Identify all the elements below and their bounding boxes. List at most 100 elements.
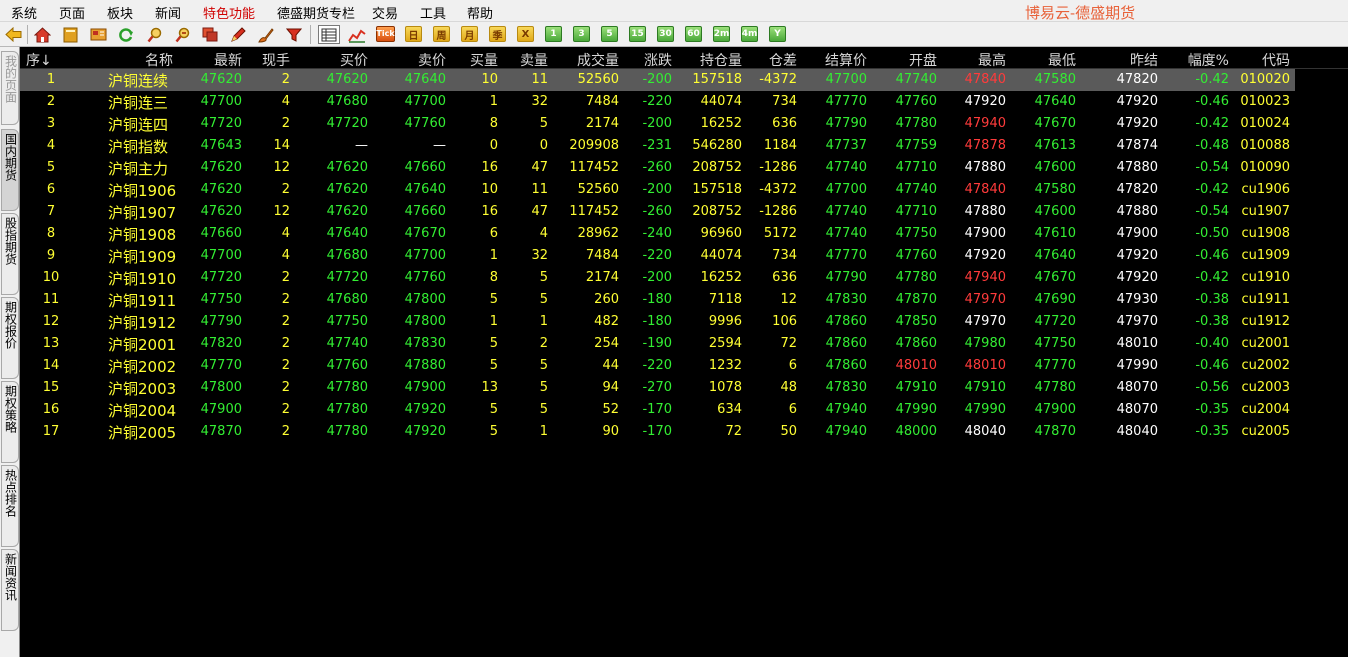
table-row[interactable]: 3 沪铜连四 47720 2 47720 47760 8 5 2174 -200 16252 636 4… <box>20 113 1295 135</box>
header-ask[interactable]: 卖价 <box>418 50 446 70</box>
period-60min[interactable]: 60 <box>685 26 702 42</box>
brush-icon[interactable] <box>256 25 275 44</box>
menu-help[interactable]: 帮助 <box>467 3 493 22</box>
header-open[interactable]: 开盘 <box>909 50 937 70</box>
header-volume[interactable]: 成交量 <box>577 50 619 70</box>
header-code[interactable]: 代码 <box>1262 50 1290 70</box>
header-last[interactable]: 最新 <box>214 50 242 70</box>
pen-icon[interactable] <box>228 25 247 44</box>
menu-news[interactable]: 新闻 <box>155 3 181 22</box>
header-oi[interactable]: 持仓量 <box>700 50 742 70</box>
filter-icon[interactable] <box>284 25 303 44</box>
menu-trade[interactable]: 交易 <box>372 3 398 22</box>
table-row[interactable]: 14 沪铜2002 47770 2 47760 47880 5 5 44 -220 1232 6 478… <box>20 355 1295 377</box>
header-pct[interactable]: 幅度% <box>1188 50 1229 70</box>
header-ask-vol[interactable]: 卖量 <box>520 50 548 70</box>
table-row[interactable]: 16 沪铜2004 47900 2 47780 47920 5 5 52 -170 634 6 4794… <box>20 399 1295 421</box>
cell-ask-vol: 2 <box>539 336 548 351</box>
table-row[interactable]: 7 沪铜1907 47620 12 47620 47660 16 47 117452 -260 20… <box>20 201 1295 223</box>
cell-cur-vol: 2 <box>281 116 290 131</box>
table-row[interactable]: 5 沪铜主力 47620 12 47620 47660 16 47 117452 -260 2087… <box>20 157 1295 179</box>
sidetab-news-info[interactable]: 新闻资讯 <box>1 549 19 631</box>
header-name[interactable]: 名称 <box>145 50 173 70</box>
period-30min[interactable]: 30 <box>657 26 674 42</box>
table-row[interactable]: 6 沪铜1906 47620 2 47620 47640 10 11 52560 -200 1575… <box>20 179 1295 201</box>
period-month[interactable]: 月 <box>461 26 478 42</box>
sidetab-option-strategy[interactable]: 期权策略 <box>1 381 19 463</box>
chart-icon[interactable] <box>347 25 366 44</box>
home-icon[interactable] <box>33 25 52 44</box>
header-high[interactable]: 最高 <box>978 50 1006 70</box>
cell-pct: -0.50 <box>1195 226 1229 241</box>
header-low[interactable]: 最低 <box>1048 50 1076 70</box>
menu-tools[interactable]: 工具 <box>420 3 446 22</box>
period-2h[interactable]: 2m <box>713 26 730 42</box>
sidetab-my-page[interactable]: 我的页面 <box>1 51 19 125</box>
cell-bid: 47680 <box>326 248 368 263</box>
menu-desheng-column[interactable]: 德盛期货专栏 <box>277 3 355 22</box>
period-15min[interactable]: 15 <box>629 26 646 42</box>
header-change[interactable]: 涨跌 <box>644 50 672 70</box>
period-4h[interactable]: 4m <box>741 26 758 42</box>
table-row[interactable]: 9 沪铜1909 47700 4 47680 47700 1 32 7484 -220 44074 7… <box>20 245 1295 267</box>
table-icon[interactable] <box>318 25 340 44</box>
menu-features[interactable]: 特色功能 <box>203 3 255 22</box>
sidetab-option-quotes[interactable]: 期权报价 <box>1 297 19 379</box>
sidetab-domestic-futures[interactable]: 国内期货 <box>1 129 19 211</box>
period-day[interactable]: 日 <box>405 26 422 42</box>
period-quarter[interactable]: 季 <box>489 26 506 42</box>
menu-page[interactable]: 页面 <box>59 3 85 22</box>
cell-change: -180 <box>642 292 672 307</box>
book-icon[interactable] <box>61 25 80 44</box>
table-row[interactable]: 17 沪铜2005 47870 2 47780 47920 5 1 90 -170 72 50 4794… <box>20 421 1295 443</box>
news-icon[interactable] <box>89 25 108 44</box>
cell-name: 沪铜2005 <box>108 424 177 442</box>
sidetab-index-futures[interactable]: 股指期货 <box>1 213 19 295</box>
menu-system[interactable]: 系统 <box>11 3 37 22</box>
cell-name: 沪铜2004 <box>108 402 177 420</box>
cell-cur-vol: 2 <box>281 270 290 285</box>
window-icon[interactable] <box>200 25 219 44</box>
header-cur-vol[interactable]: 现手 <box>262 50 290 70</box>
table-row[interactable]: 12 沪铜1912 47790 2 47750 47800 1 1 482 -180 9996 106… <box>20 311 1295 333</box>
period-year[interactable]: Y <box>769 26 786 42</box>
table-row[interactable]: 8 沪铜1908 47660 4 47640 47670 6 4 28962 -240 96960 5… <box>20 223 1295 245</box>
table-row[interactable]: 1 沪铜连续 47620 2 47620 47640 10 11 52560 -200 157518… <box>20 69 1295 91</box>
table-row[interactable]: 15 沪铜2003 47800 2 47780 47900 13 5 94 -270 1078 48 4… <box>20 377 1295 399</box>
period-week[interactable]: 周 <box>433 26 450 42</box>
cell-last: 47620 <box>200 160 242 175</box>
tick-icon[interactable]: Tick <box>376 26 395 42</box>
period-custom[interactable]: X <box>517 26 534 42</box>
header-oi-diff[interactable]: 仓差 <box>769 50 797 70</box>
zoom-in-icon[interactable] <box>145 25 164 44</box>
cell-pct: -0.56 <box>1195 380 1229 395</box>
header-bid[interactable]: 买价 <box>340 50 368 70</box>
header-prev-settle[interactable]: 昨结 <box>1130 50 1158 70</box>
toolbar: Tick 日 周 月 季 X 1 3 5 15 30 60 2m 4m Y <box>0 22 1348 47</box>
cell-cur-vol: 2 <box>281 182 290 197</box>
zoom-out-icon[interactable] <box>173 25 192 44</box>
cell-change: -260 <box>642 160 672 175</box>
period-3min[interactable]: 3 <box>573 26 590 42</box>
table-row[interactable]: 11 沪铜1911 47750 2 47680 47800 5 5 260 -180 7118 12 4… <box>20 289 1295 311</box>
table-row[interactable]: 10 沪铜1910 47720 2 47720 47760 8 5 2174 -200 16252 6… <box>20 267 1295 289</box>
table-row[interactable]: 4 沪铜指数 47643 14 — — 0 0 209908 -231 546280 1184 4773… <box>20 135 1295 157</box>
sidetab-hot-ranking[interactable]: 热点排名 <box>1 465 19 547</box>
cell-high: 47970 <box>964 314 1006 329</box>
cell-ask-vol: 47 <box>531 204 548 219</box>
cell-oi: 7118 <box>708 292 742 307</box>
period-5min[interactable]: 5 <box>601 26 618 42</box>
side-tab-bar: 我的页面 国内期货 股指期货 期权报价 期权策略 热点排名 新闻资讯 <box>0 47 20 657</box>
header-settle[interactable]: 结算价 <box>825 50 867 70</box>
table-row[interactable]: 2 沪铜连三 47700 4 47680 47700 1 32 7484 -220 44074 734… <box>20 91 1295 113</box>
period-1min[interactable]: 1 <box>545 26 562 42</box>
header-seq[interactable]: 序↓ <box>26 50 52 70</box>
back-arrow-icon[interactable] <box>4 25 23 44</box>
cell-open: 47870 <box>895 292 937 307</box>
cell-ask-vol: 5 <box>539 270 548 285</box>
refresh-icon[interactable] <box>116 25 135 44</box>
cell-ask: 47880 <box>404 358 446 373</box>
table-row[interactable]: 13 沪铜2001 47820 2 47740 47830 5 2 254 -190 2594 72 4… <box>20 333 1295 355</box>
header-bid-vol[interactable]: 买量 <box>470 50 498 70</box>
menu-sector[interactable]: 板块 <box>107 3 133 22</box>
